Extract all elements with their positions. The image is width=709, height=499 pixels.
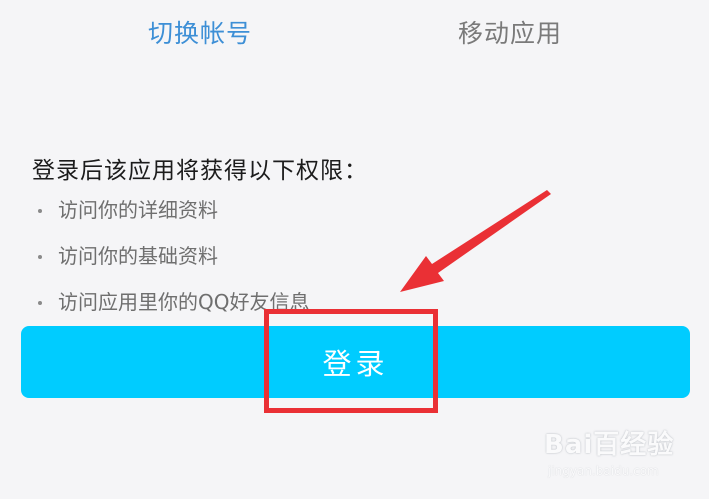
mobile-app-link[interactable]: 移动应用 [458, 14, 562, 50]
login-button[interactable]: 登录 [21, 326, 690, 398]
permission-label: 访问应用里你的QQ好友信息 [58, 290, 310, 314]
watermark-brand: Bai百经验 [544, 430, 675, 460]
watermark-url: jingyan.baidu.com [548, 464, 659, 478]
permissions-title: 登录后该应用将获得以下权限： [32, 158, 368, 184]
permission-item: 访问你的详细资料 [36, 196, 309, 242]
permissions-list: 访问你的详细资料 访问你的基础资料 访问应用里你的QQ好友信息 [36, 196, 309, 334]
bullet-dot-icon [38, 255, 42, 259]
permission-label: 访问你的详细资料 [58, 198, 218, 222]
switch-account-link[interactable]: 切换帐号 [148, 14, 252, 50]
permission-item: 访问你的基础资料 [36, 242, 309, 288]
permission-label: 访问你的基础资料 [58, 244, 218, 268]
bullet-dot-icon [38, 301, 42, 305]
bullet-dot-icon [38, 209, 42, 213]
authorization-page: 切换帐号 移动应用 登录后该应用将获得以下权限： 访问你的详细资料 访问你的基础… [0, 0, 709, 499]
baidu-jingyan-watermark: Bai百经验 jingyan.baidu.com [540, 420, 700, 490]
